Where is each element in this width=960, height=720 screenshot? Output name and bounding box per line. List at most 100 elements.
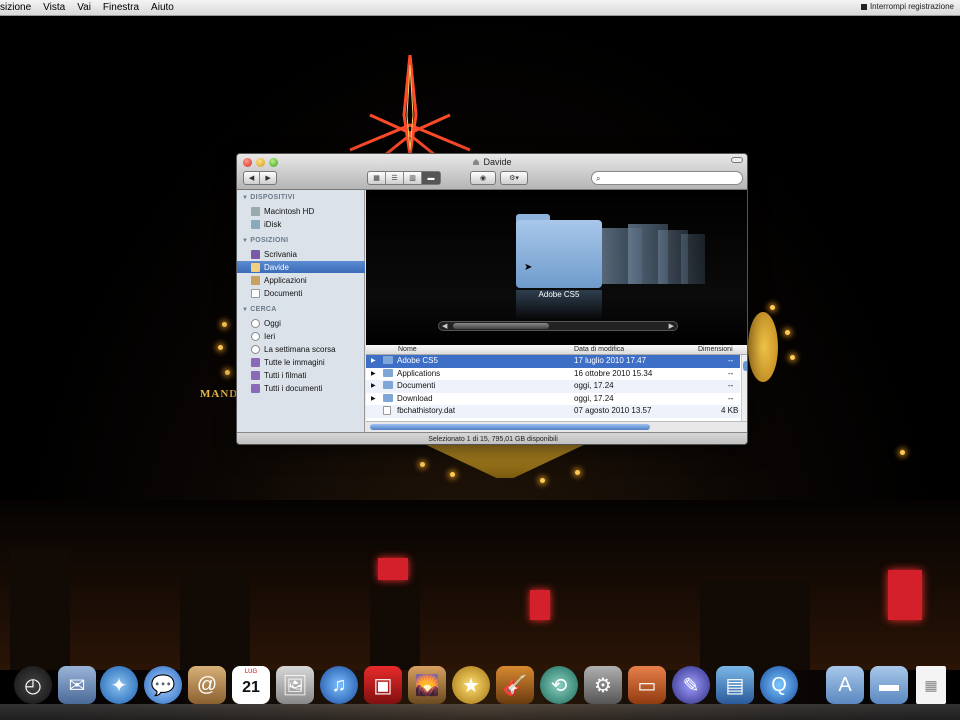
menu-vai[interactable]: Vai (71, 2, 97, 13)
sidebar-item-tutti-documenti[interactable]: Tutti i documenti (237, 382, 365, 394)
applications-folder-icon[interactable]: A (826, 666, 864, 704)
icon-view-icon: ▦ (373, 175, 380, 182)
quick-look-button[interactable]: ◉ (470, 171, 496, 185)
coverflow-item[interactable] (681, 234, 705, 284)
file-name: Applications (397, 368, 441, 378)
folder-icon[interactable] (516, 220, 602, 288)
menu-archivio[interactable]: sizione (0, 2, 37, 13)
icon-view-button[interactable]: ▦ (368, 172, 386, 184)
sidebar-item-label: Oggi (264, 318, 281, 328)
sidebar-item-label: Tutte le immagini (264, 357, 325, 367)
sidebar-section-devices[interactable]: ▼ DISPOSITIVI (242, 194, 295, 201)
safari-icon[interactable]: ✦ (100, 666, 138, 704)
dashboard-icon[interactable]: ◴ (14, 666, 52, 704)
iphoto-icon[interactable]: 🌄 (408, 666, 446, 704)
photo-booth-icon[interactable]: ▣ (364, 666, 402, 704)
scroll-left-icon[interactable]: ◀ (442, 322, 447, 330)
sidebar-item-label: Tutti i documenti (264, 383, 323, 393)
numbers-icon[interactable]: ▤ (716, 666, 754, 704)
system-preferences-icon[interactable]: ⚙ (584, 666, 622, 704)
coverflow-view-button[interactable]: ▬ (422, 172, 440, 184)
coverflow-scrollbar[interactable]: ◀ ▶ (438, 321, 678, 331)
document-stack-icon[interactable]: ▦ (916, 666, 946, 704)
sidebar-section-label: DISPOSITIVI (250, 194, 295, 201)
column-header-name[interactable]: Nome (398, 346, 417, 353)
column-view-button[interactable]: ▥ (404, 172, 422, 184)
neon-star-sign (349, 55, 471, 157)
list-view-button[interactable]: ☰ (386, 172, 404, 184)
light-dot (785, 330, 790, 335)
toolbar-toggle-button[interactable] (731, 157, 743, 163)
list-row[interactable]: ▶ Documenti oggi, 17.24 -- (366, 380, 740, 393)
disclosure-triangle-icon[interactable]: ▶ (371, 357, 376, 364)
list-row[interactable]: ▶ Applications 16 ottobre 2010 15.34 -- (366, 368, 740, 381)
disclosure-triangle-icon[interactable]: ▶ (371, 395, 376, 402)
ical-icon[interactable]: LUG 21 (232, 666, 270, 704)
sidebar-item-ieri[interactable]: Ieri (237, 330, 365, 342)
file-name: fbchathistory.dat (397, 406, 456, 415)
sidebar-section-label: CERCA (250, 306, 277, 313)
time-machine-icon[interactable]: ⟲ (540, 666, 578, 704)
sidebar-item-tutte-immagini[interactable]: Tutte le immagini (237, 356, 365, 368)
folder-icon (383, 368, 393, 379)
disclosure-triangle-icon[interactable]: ▶ (371, 382, 376, 389)
menu-aiuto[interactable]: Aiuto (145, 2, 180, 13)
light-dot (420, 462, 425, 467)
imovie-icon[interactable]: ★ (452, 666, 490, 704)
address-book-icon[interactable]: @ (188, 666, 226, 704)
file-date: 17 luglio 2010 17.47 (574, 356, 647, 365)
list-row[interactable]: ▶ Adobe CS5 17 luglio 2010 17.47 -- (366, 355, 740, 368)
disclosure-triangle-icon[interactable]: ▶ (371, 370, 376, 377)
sidebar-item-macintosh-hd[interactable]: Macintosh HD (237, 205, 365, 217)
window-titlebar: Davide ◀ ▶ ▦ ☰ ▥ ▬ ◉ ⚙▾ ⌕ (237, 154, 747, 190)
coverflow-view[interactable]: Adobe CS5 ➤ ◀ ▶ (366, 190, 747, 345)
light-dot (225, 370, 230, 375)
file-size: -- (728, 356, 734, 365)
dock-shelf (0, 704, 960, 720)
list-row[interactable]: ▶ Download oggi, 17.24 -- (366, 393, 740, 406)
itunes-icon[interactable]: ♫ (320, 666, 358, 704)
ichat-icon[interactable]: 💬 (144, 666, 182, 704)
vertical-scrollbar[interactable] (741, 355, 747, 421)
disclosure-triangle-icon: ▼ (242, 238, 249, 244)
forward-button[interactable]: ▶ (260, 172, 276, 184)
sidebar-item-settimana-scorsa[interactable]: La settimana scorsa (237, 343, 365, 355)
light-dot (575, 470, 580, 475)
stop-recording-button[interactable]: Interrompi registrazione (860, 2, 954, 11)
window-title: Davide (237, 157, 747, 167)
vertical-scroll-thumb[interactable] (743, 361, 747, 371)
sidebar-item-scrivania[interactable]: Scrivania (237, 248, 365, 260)
mail-icon[interactable]: ✉ (58, 666, 96, 704)
scroll-right-icon[interactable]: ▶ (669, 322, 674, 330)
list-row[interactable]: fbchathistory.dat 07 agosto 2010 13.57 4… (366, 405, 740, 418)
keynote-icon[interactable]: ▭ (628, 666, 666, 704)
column-header-size[interactable]: Dimensioni (698, 346, 733, 353)
sidebar-item-idisk[interactable]: iDisk (237, 218, 365, 230)
disclosure-triangle-icon: ▼ (242, 195, 249, 201)
menu-finestra[interactable]: Finestra (97, 2, 145, 13)
sidebar-item-davide[interactable]: Davide (237, 261, 365, 273)
search-field[interactable]: ⌕ (591, 171, 743, 185)
back-button[interactable]: ◀ (244, 172, 261, 184)
light-dot (900, 450, 905, 455)
sidebar-item-oggi[interactable]: Oggi (237, 317, 365, 329)
documents-folder-icon[interactable]: ▬ (870, 666, 908, 704)
horizontal-scrollbar[interactable] (366, 421, 747, 432)
column-header-date[interactable]: Data di modifica (574, 346, 624, 353)
sidebar-section-search[interactable]: ▼ CERCA (242, 306, 277, 313)
sidebar-item-documenti[interactable]: Documenti (237, 287, 365, 299)
quicktime-icon[interactable]: Q (760, 666, 798, 704)
preview-icon[interactable]: 🖼 (276, 666, 314, 704)
folder-icon (383, 381, 393, 391)
smart-folder-icon (251, 357, 260, 367)
pen-app-icon[interactable]: ✎ (672, 666, 710, 704)
menu-vista[interactable]: Vista (37, 2, 71, 13)
horizontal-scroll-thumb[interactable] (370, 424, 650, 430)
action-menu-button[interactable]: ⚙▾ (500, 171, 528, 185)
sidebar-section-places[interactable]: ▼ POSIZIONI (242, 237, 288, 244)
sidebar-item-tutti-filmati[interactable]: Tutti i filmati (237, 369, 365, 381)
coverflow-scroll-thumb[interactable] (453, 323, 549, 329)
garageband-icon[interactable]: 🎸 (496, 666, 534, 704)
sidebar-item-applicazioni[interactable]: Applicazioni (237, 274, 365, 286)
sidebar: ▼ DISPOSITIVI Macintosh HD iDisk ▼ POSIZIO… (237, 190, 365, 432)
